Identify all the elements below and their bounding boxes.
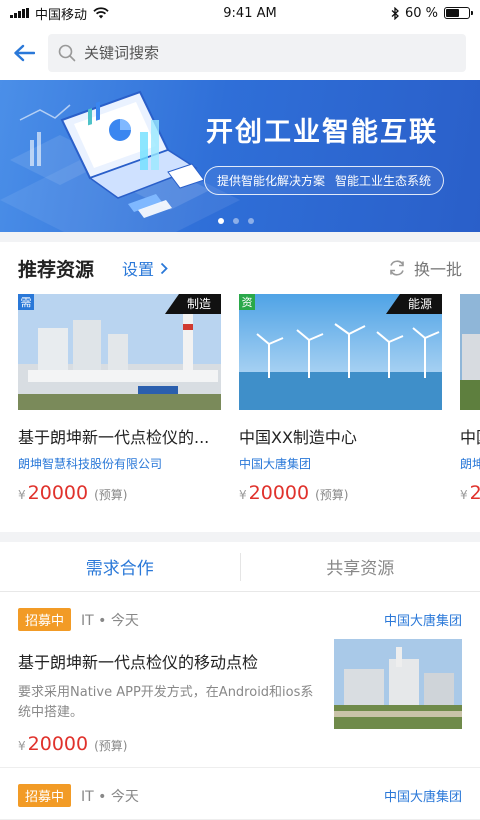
refresh-label: 换一批 — [414, 256, 462, 280]
demand-category-time: IT • 今天 — [81, 786, 139, 806]
card-image: 需 制造 — [18, 294, 221, 410]
demand-side: 中国大唐集团 — [332, 608, 462, 755]
status-left: 中国移动 — [10, 4, 109, 23]
recommended-section: 推荐资源 设置 换一批 — [0, 242, 480, 532]
card-title: 中国XX制造中心 — [239, 424, 442, 448]
card-image: 资 能源 — [239, 294, 442, 410]
status-badge: 招募中 — [18, 608, 71, 631]
status-bar: 中国移动 9:41 AM 60 % — [0, 0, 480, 26]
price-value: 2 — [470, 482, 480, 504]
card-tag: 资 — [239, 294, 255, 310]
tab-shared-resources[interactable]: 共享资源 — [241, 542, 480, 591]
settings-label: 设置 — [122, 256, 154, 280]
status-badge: 招募中 — [18, 784, 71, 807]
recommended-header: 推荐资源 设置 换一批 — [0, 242, 480, 294]
demand-meta: 招募中 IT • 今天 — [18, 784, 322, 807]
search-input[interactable] — [84, 44, 456, 62]
status-right: 60 % — [391, 6, 470, 21]
demand-list-item[interactable]: 招募中 IT • 今天 中国大唐集团 — [0, 768, 480, 820]
carousel-dot[interactable] — [218, 218, 224, 224]
wifi-icon — [93, 7, 109, 19]
tab-demand-cooperation[interactable]: 需求合作 — [0, 542, 240, 591]
clock: 9:41 AM — [223, 6, 276, 21]
tab-bar: 需求合作 共享资源 — [0, 542, 480, 592]
card-tag: 需 — [18, 294, 34, 310]
resource-card[interactable]: 资 能源 中国XX制造中心 中国大唐集团 ¥ 20000 (预算) — [239, 294, 442, 504]
currency-symbol: ¥ — [460, 488, 468, 502]
currency-symbol: ¥ — [18, 739, 26, 753]
currency-symbol: ¥ — [239, 488, 247, 502]
battery-icon — [444, 7, 470, 19]
demand-content: 招募中 IT • 今天 — [18, 784, 332, 807]
demand-side: 中国大唐集团 — [332, 784, 462, 807]
demand-description: 要求采用Native APP开发方式，在Android和ios系统中搭建。 — [18, 683, 322, 723]
refresh-icon — [388, 259, 406, 277]
bluetooth-icon — [391, 7, 399, 20]
demand-image — [334, 639, 462, 729]
demand-content: 招募中 IT • 今天 基于朗坤新一代点检仪的移动点检 要求采用Native A… — [18, 608, 332, 755]
price-note: (预算) — [94, 737, 127, 754]
demand-section: 需求合作 共享资源 招募中 IT • 今天 基于朗坤新一代点检仪的移动点检 要求… — [0, 542, 480, 820]
chevron-right-icon — [160, 262, 168, 275]
card-price: ¥ 20000 (预算) — [18, 482, 221, 504]
resource-cards: 需 制造 基于朗坤新一代点检仪的... 朗坤智慧科技股份有限公司 ¥ 20000… — [0, 294, 480, 532]
battery-fill — [446, 9, 459, 17]
card-title: 基于朗坤新一代点检仪的... — [18, 424, 221, 448]
back-arrow-icon[interactable] — [10, 39, 38, 67]
currency-symbol: ¥ — [18, 488, 26, 502]
banner-title: 开创工业智能互联 — [206, 110, 438, 149]
banner-illustration — [0, 80, 480, 232]
card-company[interactable]: 中国大唐集团 — [239, 455, 442, 472]
card-company[interactable]: 朗坤 — [460, 455, 480, 472]
banner-sub-2: 智能工业生态系统 — [335, 172, 431, 189]
section-title: 推荐资源 — [18, 255, 94, 282]
price-value: 20000 — [28, 482, 88, 504]
card-company[interactable]: 朗坤智慧科技股份有限公司 — [18, 455, 221, 472]
card-price: ¥ 20000 (预算) — [239, 482, 442, 504]
carousel-dots — [218, 218, 254, 224]
demand-category-time: IT • 今天 — [81, 610, 139, 630]
header — [0, 26, 480, 80]
demand-company[interactable]: 中国大唐集团 — [384, 786, 462, 805]
resource-card[interactable]: 中国 朗坤 ¥ 2 — [460, 294, 480, 504]
demand-meta: 招募中 IT • 今天 — [18, 608, 322, 631]
card-image — [460, 294, 480, 410]
carrier-label: 中国移动 — [35, 4, 87, 23]
card-price: ¥ 2 — [460, 482, 480, 504]
search-box[interactable] — [48, 34, 466, 72]
resource-card[interactable]: 需 制造 基于朗坤新一代点检仪的... 朗坤智慧科技股份有限公司 ¥ 20000… — [18, 294, 221, 504]
price-value: 20000 — [249, 482, 309, 504]
demand-title: 基于朗坤新一代点检仪的移动点检 — [18, 649, 322, 673]
refresh-button[interactable]: 换一批 — [388, 256, 462, 280]
carousel-dot[interactable] — [233, 218, 239, 224]
signal-icon — [10, 8, 29, 18]
demand-list-item[interactable]: 招募中 IT • 今天 基于朗坤新一代点检仪的移动点检 要求采用Native A… — [0, 592, 480, 768]
demand-company[interactable]: 中国大唐集团 — [384, 610, 462, 629]
banner-subtitle: 提供智能化解决方案 智能工业生态系统 — [204, 166, 444, 195]
banner-carousel[interactable]: 开创工业智能互联 提供智能化解决方案 智能工业生态系统 — [0, 80, 480, 232]
card-title: 中国 — [460, 424, 480, 448]
price-note: (预算) — [94, 486, 127, 503]
price-note: (预算) — [315, 486, 348, 503]
search-icon — [58, 44, 76, 62]
settings-link[interactable]: 设置 — [122, 256, 168, 280]
price-value: 20000 — [28, 733, 88, 755]
battery-percent: 60 % — [405, 6, 438, 21]
banner-sub-1: 提供智能化解决方案 — [217, 172, 325, 189]
demand-price: ¥ 20000 (预算) — [18, 733, 322, 755]
carousel-dot[interactable] — [248, 218, 254, 224]
